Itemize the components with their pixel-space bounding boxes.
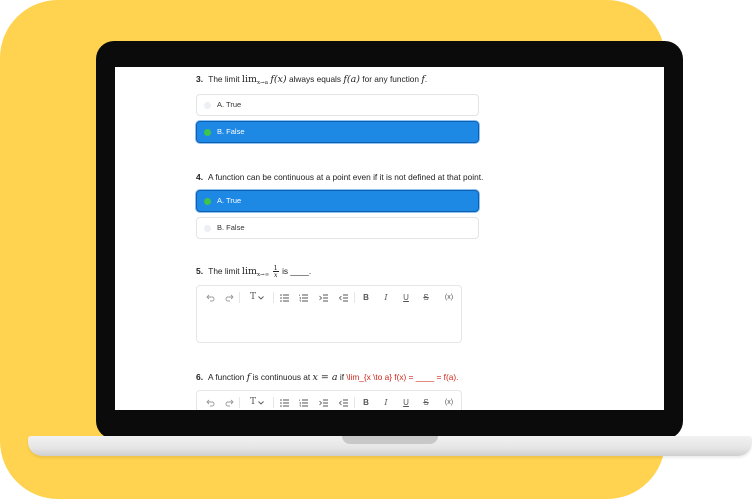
strikethrough-icon[interactable]: S xyxy=(420,397,432,408)
option-label: B. False xyxy=(217,223,245,232)
italic-icon[interactable]: I xyxy=(380,397,392,408)
math-expression: f(x) xyxy=(270,74,287,85)
toolbar-divider xyxy=(239,292,240,303)
bold-icon[interactable]: B xyxy=(360,397,372,408)
numbered-list-icon[interactable] xyxy=(298,292,310,303)
laptop-screen: 3. The limit limx→a f(x) always equals f… xyxy=(115,67,664,410)
toolbar-divider xyxy=(273,292,274,303)
question-text-part: The limit xyxy=(208,266,240,276)
option-4a[interactable]: A. True xyxy=(196,190,479,212)
laptop-hinge-notch xyxy=(342,436,438,444)
latex-error-text: \lim_{x \to a} f(x) = ____ = f(a). xyxy=(346,372,459,382)
question-3: 3. The limit limx→a f(x) always equals f… xyxy=(196,73,496,89)
radio-icon[interactable] xyxy=(204,225,211,232)
question-3-text: 3. The limit limx→a f(x) always equals f… xyxy=(196,73,496,89)
toolbar-divider xyxy=(273,397,274,408)
question-6: 6. A function f is continuous at x = a i… xyxy=(196,371,496,384)
toolbar-divider xyxy=(354,292,355,303)
option-4b[interactable]: B. False xyxy=(196,217,479,239)
toolbar-divider xyxy=(239,397,240,408)
question-text-part: for any function xyxy=(362,74,420,84)
editor-toolbar: T B I U S (x) xyxy=(197,391,461,410)
question-4: 4. A function can be continuous at a poi… xyxy=(196,171,496,183)
toolbar-divider xyxy=(354,397,355,408)
strikethrough-icon[interactable]: S xyxy=(420,292,432,303)
question-text-part: A function can be continuous at a point … xyxy=(207,172,484,182)
question-5: 5. The limit limx→∞ 1x is ____. xyxy=(196,265,496,281)
option-label: A. True xyxy=(217,196,242,205)
question-text-part: is ____. xyxy=(282,266,312,276)
italic-icon[interactable]: I xyxy=(380,292,392,303)
punctuation: . xyxy=(424,74,428,84)
question-number: 5. xyxy=(196,266,204,276)
math-limit: limx→a xyxy=(241,74,269,86)
math-limit: limx→∞ xyxy=(241,266,270,278)
question-number: 4. xyxy=(196,172,204,182)
answer-editor-5[interactable]: T B I U S (x) xyxy=(196,285,462,343)
underline-icon[interactable]: U xyxy=(400,397,412,408)
question-text-part: The limit xyxy=(208,74,240,84)
numbered-list-icon[interactable] xyxy=(298,397,310,408)
editor-toolbar: T B I U S (x) xyxy=(197,286,461,308)
undo-icon[interactable] xyxy=(204,397,216,408)
question-text-part: always equals xyxy=(288,74,342,84)
formula-icon[interactable]: (x) xyxy=(442,397,456,408)
math-expression: f(a) xyxy=(343,74,360,85)
indent-icon[interactable] xyxy=(318,397,330,408)
outdent-icon[interactable] xyxy=(338,397,350,408)
question-6-text: 6. A function f is continuous at x = a i… xyxy=(196,371,496,384)
question-text-part: A function xyxy=(207,372,245,382)
outdent-icon[interactable] xyxy=(338,292,350,303)
redo-icon[interactable] xyxy=(223,292,235,303)
option-label: A. True xyxy=(217,100,242,109)
question-text-part: is continuous at xyxy=(252,372,311,382)
question-number: 6. xyxy=(196,372,204,382)
question-number: 3. xyxy=(196,74,204,84)
question-text-part: if xyxy=(339,372,345,382)
radio-icon[interactable] xyxy=(204,129,211,136)
redo-icon[interactable] xyxy=(223,397,235,408)
math-expression: x = a xyxy=(312,372,338,383)
underline-icon[interactable]: U xyxy=(400,292,412,303)
indent-icon[interactable] xyxy=(318,292,330,303)
bullet-list-icon[interactable] xyxy=(279,397,291,408)
radio-icon[interactable] xyxy=(204,102,211,109)
option-label: B. False xyxy=(217,127,245,136)
answer-editor-6[interactable]: T B I U S (x) xyxy=(196,390,462,410)
text-size-icon[interactable]: T xyxy=(248,292,266,303)
text-size-icon[interactable]: T xyxy=(248,397,266,408)
math-fraction: 1x xyxy=(272,264,279,280)
bold-icon[interactable]: B xyxy=(360,292,372,303)
question-4-text: 4. A function can be continuous at a poi… xyxy=(196,171,496,183)
formula-icon[interactable]: (x) xyxy=(442,292,456,303)
bullet-list-icon[interactable] xyxy=(279,292,291,303)
option-3a[interactable]: A. True xyxy=(196,94,479,116)
option-3b[interactable]: B. False xyxy=(196,121,479,143)
question-5-text: 5. The limit limx→∞ 1x is ____. xyxy=(196,265,496,281)
radio-icon[interactable] xyxy=(204,198,211,205)
undo-icon[interactable] xyxy=(204,292,216,303)
math-expression: f xyxy=(246,372,251,383)
